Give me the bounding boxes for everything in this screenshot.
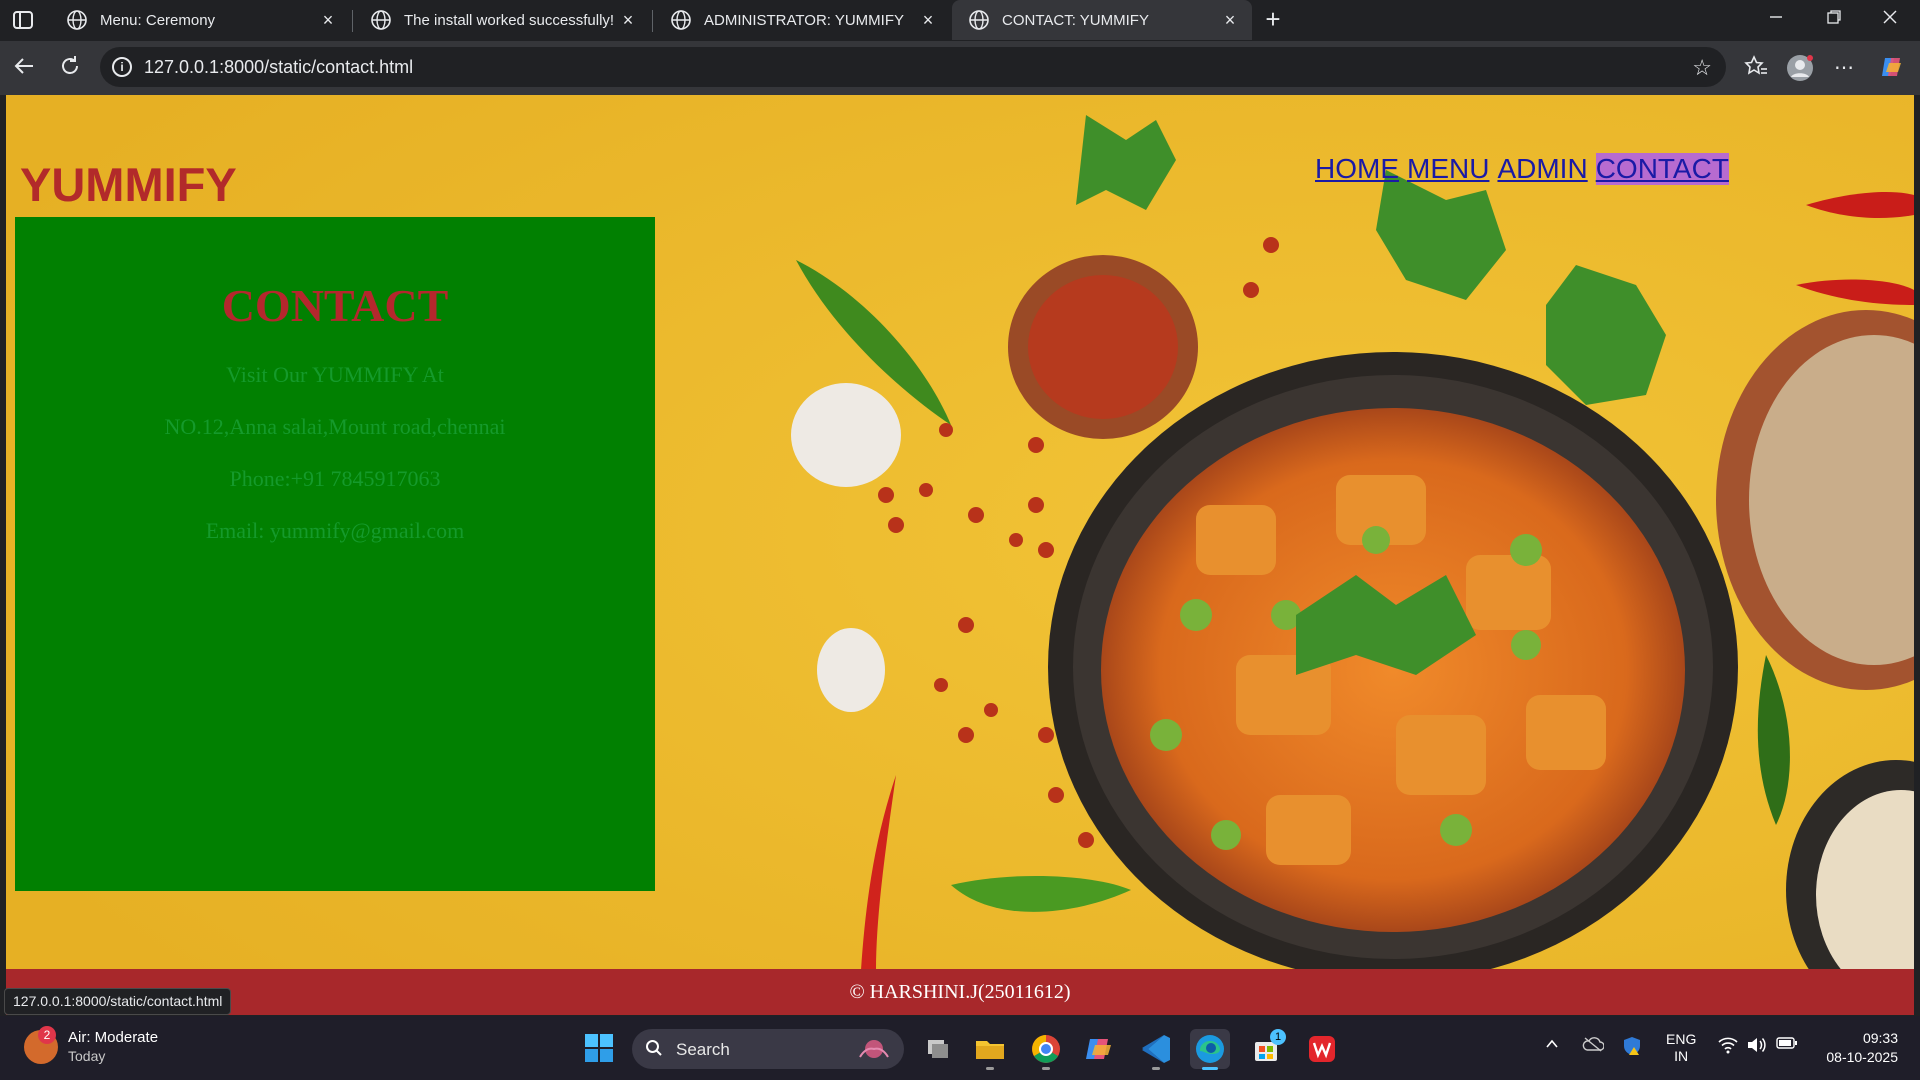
restore-icon[interactable]	[1822, 8, 1846, 32]
back-arrow-icon[interactable]	[10, 54, 38, 82]
tab-title: ADMINISTRATOR: YUMMIFY	[704, 11, 905, 29]
site-info-icon[interactable]: i	[112, 57, 132, 77]
contact-email: Email: yummify@gmail.com	[205, 518, 465, 543]
link-status-tooltip: 127.0.0.1:8000/static/contact.html	[4, 988, 232, 1015]
weather-widget[interactable]: 2 Air: Moderate Today	[24, 1026, 159, 1066]
close-icon[interactable]: ×	[618, 10, 638, 30]
more-menu-icon[interactable]: ⋯	[1830, 54, 1858, 82]
globe-icon	[67, 10, 87, 30]
running-indicator	[1202, 1067, 1218, 1070]
browser-toolbar: i 127.0.0.1:8000/static/contact.html ☆ ⋯	[0, 41, 1920, 95]
copilot-icon[interactable]	[1878, 54, 1906, 82]
tab-title: The install worked successfully! C	[404, 11, 618, 29]
nav-link-admin[interactable]: ADMIN	[1497, 153, 1587, 185]
edge-icon[interactable]	[1190, 1029, 1230, 1070]
language-indicator[interactable]: ENG IN	[1666, 1031, 1696, 1065]
windows-start-icon[interactable]	[584, 1033, 614, 1063]
tab-divider	[352, 10, 353, 32]
address-bar[interactable]: i 127.0.0.1:8000/static/contact.html ☆	[100, 47, 1726, 87]
chrome-icon[interactable]	[1026, 1029, 1066, 1070]
contact-heading: CONTACT	[221, 280, 449, 331]
tab-menu-ceremony[interactable]: Menu: Ceremony ×	[50, 0, 350, 40]
nav-link-home[interactable]: HOME	[1315, 153, 1399, 185]
nav-link-menu[interactable]: MENU	[1407, 153, 1489, 185]
url-text[interactable]: 127.0.0.1:8000/static/contact.html	[144, 57, 413, 78]
nav-link-contact[interactable]: CONTACT	[1595, 153, 1729, 185]
copilot-app-icon[interactable]	[1080, 1029, 1120, 1069]
tab-divider	[652, 10, 653, 32]
contact-intro: Visit Our YUMMIFY At	[226, 362, 444, 387]
contact-address: NO.12,Anna salai,Mount road,chennai	[164, 414, 506, 439]
weather-subtitle: Today	[68, 1048, 106, 1064]
running-indicator	[1152, 1067, 1160, 1070]
wps-office-icon[interactable]	[1302, 1029, 1342, 1069]
wifi-icon[interactable]	[1718, 1036, 1738, 1057]
search-highlight-icon	[859, 1040, 889, 1058]
globe-icon	[969, 10, 989, 30]
tab-title: CONTACT: YUMMIFY	[1002, 11, 1149, 29]
site-brand: YUMMIFY	[20, 158, 237, 211]
tab-strip: Menu: Ceremony × The install worked succ…	[0, 0, 1920, 41]
store-badge: 1	[1270, 1029, 1286, 1045]
security-shield-icon[interactable]	[1622, 1036, 1642, 1059]
tab-title: Menu: Ceremony	[100, 11, 216, 29]
reload-icon[interactable]	[56, 54, 84, 82]
clock-date: 08-10-2025	[1826, 1049, 1898, 1065]
region-code: IN	[1674, 1048, 1689, 1064]
file-explorer-icon[interactable]	[970, 1029, 1010, 1070]
globe-icon	[671, 10, 691, 30]
new-tab-button[interactable]: +	[1260, 6, 1286, 34]
air-quality-icon: 2	[24, 1026, 58, 1064]
language-code: ENG	[1666, 1031, 1697, 1047]
tab-actions-icon[interactable]	[12, 10, 36, 32]
store-icon[interactable]: 1	[1246, 1029, 1286, 1069]
volume-icon[interactable]	[1746, 1036, 1766, 1057]
taskbar: 2 Air: Moderate Today Search 1 ENG IN 09…	[0, 1016, 1920, 1080]
running-indicator	[986, 1067, 994, 1070]
close-window-icon[interactable]	[1878, 8, 1902, 32]
task-view-icon[interactable]	[918, 1029, 958, 1069]
tab-install-worked[interactable]: The install worked successfully! C ×	[354, 0, 650, 40]
star-icon[interactable]: ☆	[1692, 55, 1712, 81]
notification-badge: 2	[38, 1026, 56, 1044]
battery-icon[interactable]	[1776, 1036, 1798, 1053]
search-icon	[645, 1039, 663, 1062]
show-hidden-icons-chevron-icon[interactable]	[1544, 1036, 1560, 1055]
onedrive-icon[interactable]	[1582, 1036, 1605, 1055]
tab-administrator[interactable]: ADMINISTRATOR: YUMMIFY ×	[654, 0, 950, 40]
running-indicator	[1042, 1067, 1050, 1070]
minimize-icon[interactable]	[1764, 8, 1788, 32]
page-footer: © HARSHINI.J(25011612)	[6, 969, 1914, 1015]
search-label: Search	[676, 1040, 730, 1059]
contact-phone: Phone:+91 7845917063	[229, 466, 441, 491]
main-nav: HOME MENU ADMIN CONTACT	[1315, 153, 1729, 185]
tab-contact[interactable]: CONTACT: YUMMIFY ×	[952, 0, 1252, 40]
favorites-icon[interactable]	[1742, 54, 1770, 82]
profile-avatar[interactable]	[1786, 54, 1814, 82]
contact-card: CONTACT Visit Our YUMMIFY At NO.12,Anna …	[15, 217, 655, 891]
weather-title: Air: Moderate	[68, 1029, 159, 1046]
taskbar-search[interactable]: Search	[632, 1029, 904, 1069]
system-clock[interactable]: 09:33 08-10-2025	[1826, 1029, 1898, 1067]
page-viewport: YUMMIFY HOME MENU ADMIN CONTACT CONTACT …	[6, 95, 1914, 1015]
globe-icon	[371, 10, 391, 30]
vscode-icon[interactable]	[1136, 1029, 1176, 1070]
clock-time: 09:33	[1862, 1030, 1898, 1046]
close-icon[interactable]: ×	[1220, 10, 1240, 30]
close-icon[interactable]: ×	[918, 10, 938, 30]
close-icon[interactable]: ×	[318, 10, 338, 30]
